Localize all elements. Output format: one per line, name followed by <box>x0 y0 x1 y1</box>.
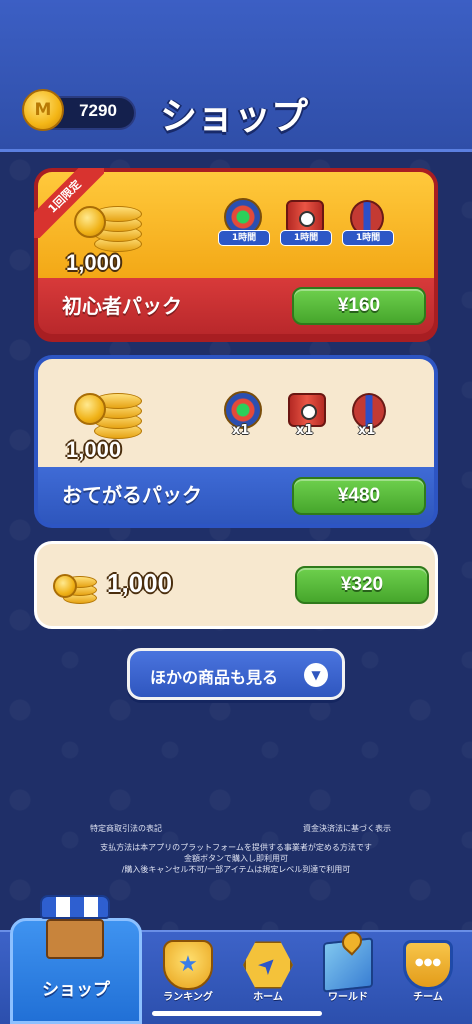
drum-boost-icon: x1 <box>282 389 330 438</box>
pack-name: 初心者パック <box>62 294 182 318</box>
item-quantity-label: x1 <box>232 423 250 438</box>
tab-home-label: ホーム <box>253 992 283 1003</box>
legal-line-1: 支払方法は本アプリのプラットフォームを提供する事業者が定める方法です <box>100 843 372 852</box>
drum-boost-icon: 1時間 <box>280 196 332 246</box>
item-quantity-label: x1 <box>358 423 376 438</box>
tab-ranking-label: ランキング <box>163 992 213 1003</box>
tab-world[interactable]: ワールド <box>308 937 388 1018</box>
buy-button-480[interactable]: ¥480 <box>292 477 426 515</box>
item-duration-label: 1時間 <box>218 230 270 246</box>
chevron-down-icon: ▼ <box>304 663 328 687</box>
coin-amount: 1,000 <box>66 437 122 462</box>
see-more-products-button[interactable]: ほかの商品も見る ▼ <box>127 648 345 700</box>
coin-stack-icon <box>66 379 146 439</box>
coin-pack-card[interactable]: 1,000 ¥320 <box>34 541 438 629</box>
pack-contents: 1回限定 1,000 1時間 1時間 1時間 <box>34 168 434 278</box>
coin-stack-icon <box>66 194 146 254</box>
tab-shop-label: ショップ <box>42 980 110 1000</box>
see-more-label: ほかの商品も見る <box>150 668 279 687</box>
coin-count: 7290 <box>79 101 117 120</box>
legal-line-3: /購入後キャンセル不可/一部アイテムは規定レベル到達で利用可 <box>121 865 351 874</box>
legal-line-2: 金額ボタンで購入し即利用可 <box>184 854 288 863</box>
beginner-pack-card[interactable]: 1回限定 1,000 1時間 1時間 1時間 初心者パック ¥160 <box>34 168 438 342</box>
home-hex-icon <box>243 941 293 989</box>
pack-contents: 1,000 x1 x1 x1 <box>38 359 434 467</box>
item-quantity-label: x1 <box>296 423 314 438</box>
coin-amount: 1,000 <box>107 568 173 598</box>
payment-law-link[interactable]: 資金決済法に基づく表示 <box>303 823 391 834</box>
coin-amount: 1,000 <box>66 250 122 275</box>
pack-footer: おてがるパック ¥480 <box>38 467 434 524</box>
casual-pack-card[interactable]: 1,000 x1 x1 x1 おてがるパック ¥480 <box>34 355 438 528</box>
tab-team[interactable]: チーム <box>388 938 468 1018</box>
capsule-boost-icon: x1 <box>344 389 392 438</box>
tab-team-label: チーム <box>413 992 443 1003</box>
orb-boost-icon: 1時間 <box>218 196 270 246</box>
capsule-boost-icon: 1時間 <box>342 196 394 246</box>
team-shield-icon <box>403 940 453 990</box>
tab-ranking[interactable]: ランキング <box>148 938 228 1018</box>
map-icon <box>323 937 373 993</box>
coin-icon <box>22 89 64 131</box>
item-duration-label: 1時間 <box>342 230 394 246</box>
buy-button-320[interactable]: ¥320 <box>295 566 429 604</box>
pack-name: おてがるパック <box>62 483 202 507</box>
tab-home[interactable]: ホーム <box>228 938 308 1018</box>
commercial-law-link[interactable]: 特定商取引法の表記 <box>90 823 162 834</box>
page-title: ショップ <box>160 95 308 138</box>
coin-stack-icon <box>51 564 101 610</box>
item-duration-label: 1時間 <box>280 230 332 246</box>
tab-world-label: ワールド <box>328 992 368 1003</box>
shop-icon <box>40 895 110 963</box>
orb-boost-icon: x1 <box>218 389 266 438</box>
pack-footer: 初心者パック ¥160 <box>38 278 434 334</box>
buy-button-160[interactable]: ¥160 <box>292 287 426 325</box>
trophy-icon <box>163 940 213 990</box>
home-indicator[interactable] <box>152 1011 322 1016</box>
